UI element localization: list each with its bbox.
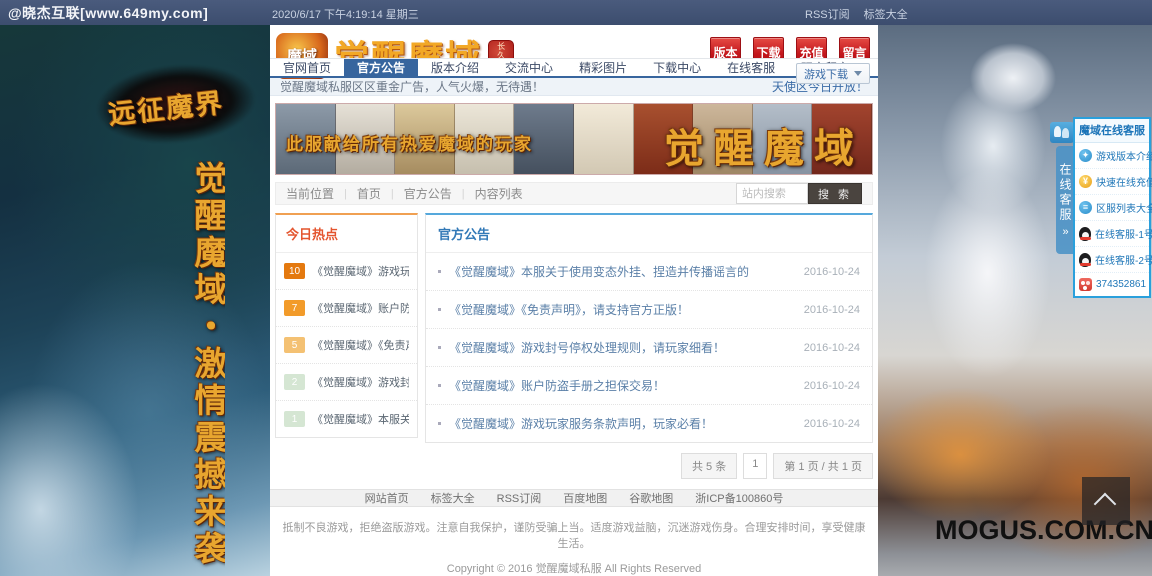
nav-tab-service[interactable]: 在线客服 — [714, 59, 788, 76]
service-item-qq2[interactable]: 在线客服-2号 — [1075, 247, 1149, 273]
customer-service-icon[interactable] — [1050, 122, 1074, 143]
banner-title: 觉醒魔域 — [664, 116, 864, 174]
customer-service-tab-label: 在线客服 — [1057, 163, 1074, 223]
rank-badge: 1 — [284, 411, 305, 427]
hot-list-item[interactable]: 5 《觉醒魔域》《免责声 — [276, 327, 417, 364]
post-date: 2016-10-24 — [794, 380, 860, 392]
left-background-art: 远征魔界 觉醒魔域・激情震撼来袭 — [0, 25, 270, 576]
footer-link-home[interactable]: 网站首页 — [365, 490, 409, 506]
content-row: 今日热点 10 《觉醒魔域》游戏玩家 7 《觉醒魔域》账户防盗 5 《觉醒魔域》… — [275, 213, 873, 443]
bullet-icon — [438, 308, 441, 311]
right-background-art: MOGUS.COM.CN — [878, 25, 1152, 576]
bullet-icon — [438, 270, 441, 273]
left-art-vertical-slogan: 觉醒魔域・激情震撼来袭 — [192, 161, 225, 576]
bullet-icon — [438, 422, 441, 425]
current-page-button[interactable]: 1 — [743, 453, 767, 479]
main-nav: 官网首页 官方公告 版本介绍 交流中心 精彩图片 下载中心 在线客服 玩家留言 … — [270, 58, 878, 78]
service-item-qq1[interactable]: 在线客服-1号 — [1075, 221, 1149, 247]
search-input[interactable] — [736, 183, 808, 204]
footer-link-tags[interactable]: 标签大全 — [431, 490, 475, 506]
datetime-display: 2020/6/17 下午4:19:14 星期三 — [272, 6, 419, 22]
qq-icon — [1079, 253, 1091, 267]
breadcrumb-announcements[interactable]: 官方公告 — [404, 185, 452, 202]
game-download-select[interactable]: 游戏下载 — [796, 63, 870, 84]
service-panel-title: 魔域在线客服 — [1075, 119, 1149, 143]
post-date: 2016-10-24 — [794, 304, 860, 316]
hot-list-item[interactable]: 2 《觉醒魔域》游戏封号 — [276, 364, 417, 401]
hot-list-item[interactable]: 1 《觉醒魔域》本服关于 — [276, 401, 417, 437]
announcement-row[interactable]: 《觉醒魔域》本服关于使用变态外挂、捏造并传播谣言的 2016-10-24 — [426, 253, 872, 291]
footer-icp-number[interactable]: 浙ICP备100860号 — [695, 490, 783, 506]
main-column: 魔域 觉醒魔域 长久版 版本 下载 充值 留言 官网首页 官方公告 版本介绍 交… — [270, 25, 878, 576]
qq-icon — [1079, 227, 1091, 241]
tags-link[interactable]: 标签大全 — [864, 6, 908, 22]
breadcrumb-home[interactable]: 首页 — [357, 185, 381, 202]
top-bar: @晓杰互联[www.649my.com] 2020/6/17 下午4:19:14… — [0, 0, 1152, 25]
breadcrumb-content-list[interactable]: 内容列表 — [475, 185, 523, 202]
pagination: 共 5 条 1 第 1 页 / 共 1 页 — [275, 453, 873, 479]
post-date: 2016-10-24 — [794, 342, 860, 354]
banner-art-slice — [574, 104, 634, 174]
hot-topics-box: 今日热点 10 《觉醒魔域》游戏玩家 7 《觉醒魔域》账户防盗 5 《觉醒魔域》… — [275, 213, 418, 438]
rank-badge: 2 — [284, 374, 305, 390]
health-notice: 抵制不良游戏，拒绝盗版游戏。注意自我保护，谨防受骗上当。适度游戏益脑，沉迷游戏伤… — [270, 519, 878, 551]
announcement-row[interactable]: 《觉醒魔域》账户防盗手册之担保交易！ 2016-10-24 — [426, 367, 872, 405]
promo-banner[interactable]: 此服献给所有热爱魔域的玩家 觉醒魔域 — [275, 103, 873, 175]
breadcrumb-label: 当前位置 — [286, 185, 334, 202]
server-list-icon: ≡ — [1079, 201, 1092, 214]
rank-badge: 7 — [284, 300, 305, 316]
site-header: 魔域 觉醒魔域 长久版 版本 下载 充值 留言 — [270, 25, 878, 58]
nav-tab-home[interactable]: 官网首页 — [270, 59, 344, 76]
host-credit: @晓杰互联[www.649my.com] — [8, 3, 208, 23]
nav-tab-gallery[interactable]: 精彩图片 — [566, 59, 640, 76]
announcements-box: 官方公告 《觉醒魔域》本服关于使用变态外挂、捏造并传播谣言的 2016-10-2… — [425, 213, 873, 443]
page-info-box: 第 1 页 / 共 1 页 — [773, 453, 873, 479]
service-item-server-list[interactable]: ≡ 区服列表大全 — [1075, 195, 1149, 221]
qq-group-icon — [1079, 278, 1092, 291]
hot-topics-title: 今日热点 — [286, 227, 338, 242]
search-button[interactable]: 搜 索 — [808, 183, 862, 204]
chevron-down-icon — [854, 71, 862, 76]
announcement-row[interactable]: 《觉醒魔域》游戏封号停权处理规则，请玩家细看！ 2016-10-24 — [426, 329, 872, 367]
announcement-row[interactable]: 《觉醒魔域》游戏玩家服务条款声明，玩家必看！ 2016-10-24 — [426, 405, 872, 442]
version-icon: ✦ — [1079, 149, 1092, 162]
hot-list-item[interactable]: 10 《觉醒魔域》游戏玩家 — [276, 253, 417, 290]
collapse-arrow-icon: » — [1062, 226, 1068, 238]
post-date: 2016-10-24 — [794, 266, 860, 278]
banner-slogan: 此服献给所有热爱魔域的玩家 — [286, 130, 533, 155]
nav-tab-version[interactable]: 版本介绍 — [418, 59, 492, 76]
service-item-recharge[interactable]: ¥ 快速在线充值 — [1075, 169, 1149, 195]
bullet-icon — [438, 346, 441, 349]
banner-wrap: 此服献给所有热爱魔域的玩家 觉醒魔域 — [270, 96, 878, 175]
bullet-icon — [438, 384, 441, 387]
announcement-row[interactable]: 《觉醒魔域》《免责声明》，请支持官方正版！ 2016-10-24 — [426, 291, 872, 329]
footer-link-google-map[interactable]: 谷歌地图 — [629, 490, 673, 506]
back-to-top-button[interactable] — [1082, 477, 1130, 525]
breadcrumb: 当前位置 | 首页 | 官方公告 | 内容列表 搜 索 — [275, 182, 873, 205]
topbar-links: RSS订阅 标签大全 — [805, 6, 908, 22]
copyright: Copyright © 2016 觉醒魔域私服 All Rights Reser… — [270, 560, 878, 576]
chevron-up-icon — [1094, 493, 1117, 516]
footer-link-rss[interactable]: RSS订阅 — [497, 490, 542, 506]
nav-tab-community[interactable]: 交流中心 — [492, 59, 566, 76]
site-search: 搜 索 — [736, 183, 862, 204]
rss-link[interactable]: RSS订阅 — [805, 6, 850, 22]
recharge-icon: ¥ — [1079, 175, 1092, 188]
online-service-panel: 魔域在线客服 ✦ 游戏版本介绍 ¥ 快速在线充值 ≡ 区服列表大全 在线客服-1… — [1073, 117, 1151, 298]
post-date: 2016-10-24 — [794, 418, 860, 430]
rank-badge: 10 — [284, 263, 305, 279]
total-count-box: 共 5 条 — [681, 453, 737, 479]
announcements-title: 官方公告 — [438, 227, 490, 242]
footer-link-baidu-map[interactable]: 百度地图 — [563, 490, 607, 506]
footer-links: 网站首页 标签大全 RSS订阅 百度地图 谷歌地图 浙ICP备100860号 — [270, 489, 878, 507]
hot-list-item[interactable]: 7 《觉醒魔域》账户防盗 — [276, 290, 417, 327]
character-art-highlight — [970, 43, 1056, 113]
nav-tab-downloads[interactable]: 下载中心 — [640, 59, 714, 76]
service-item-version[interactable]: ✦ 游戏版本介绍 — [1075, 143, 1149, 169]
service-item-qq-group[interactable]: 374352861 — [1075, 273, 1149, 296]
rank-badge: 5 — [284, 337, 305, 353]
nav-tab-announcements[interactable]: 官方公告 — [344, 59, 418, 76]
